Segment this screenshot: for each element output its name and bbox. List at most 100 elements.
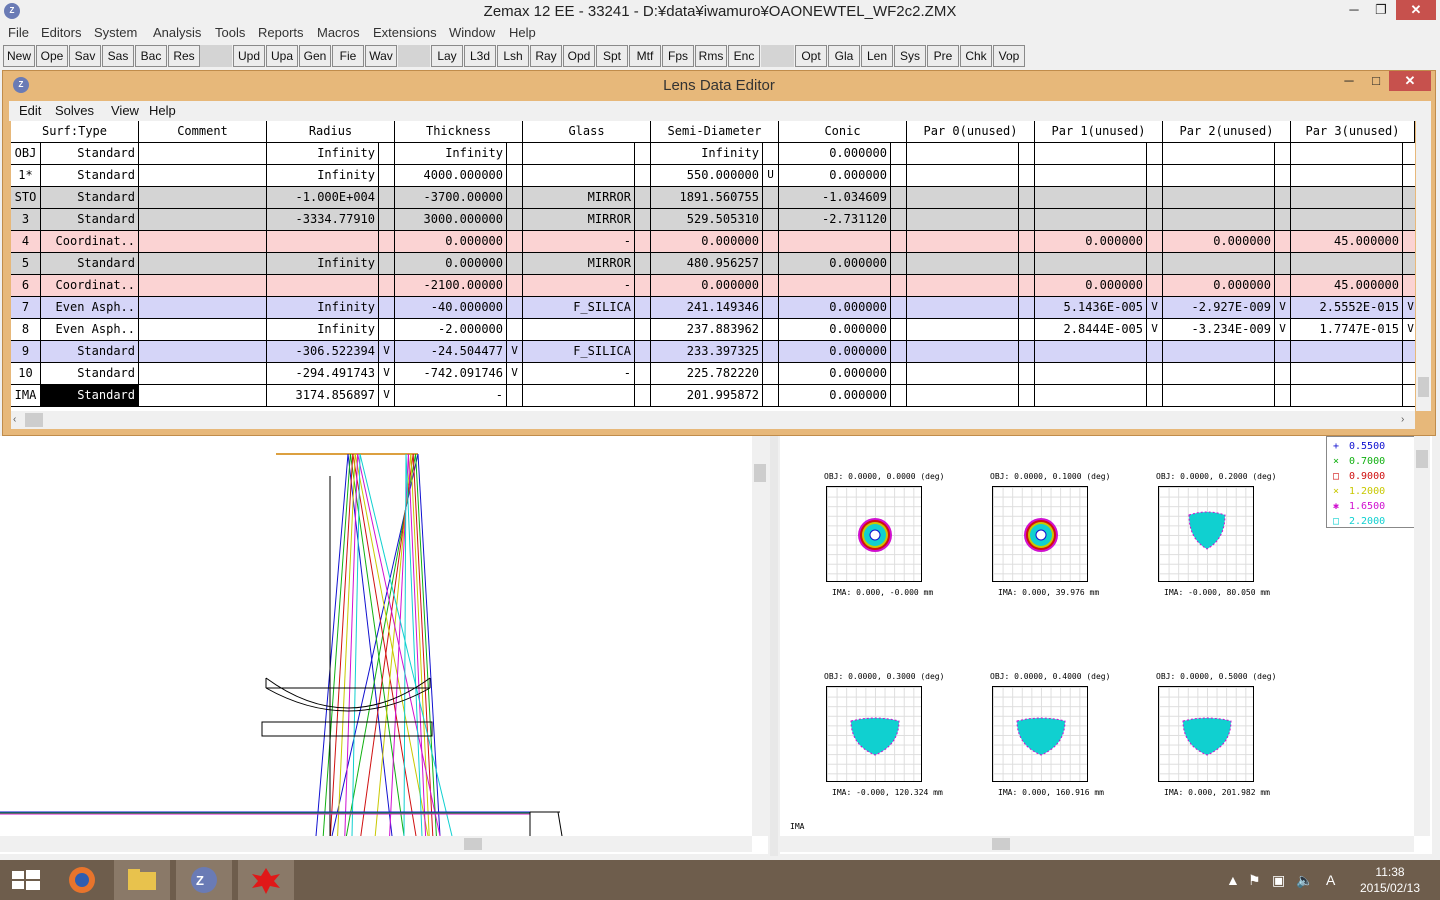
par3-solve-flag[interactable]: V xyxy=(1403,297,1415,318)
thickness-cell[interactable]: -2.000000 xyxy=(395,319,507,340)
semi-diameter-cell[interactable]: 233.397325 xyxy=(651,341,763,362)
layout-vscroll-thumb[interactable] xyxy=(754,464,766,482)
surface-type[interactable]: Standard xyxy=(41,209,139,230)
spot-box[interactable] xyxy=(992,486,1088,582)
par3-solve-flag[interactable] xyxy=(1403,363,1415,384)
thickness-cell[interactable]: - xyxy=(395,385,507,406)
semi-diameter-solve-flag[interactable] xyxy=(763,385,779,406)
par1-cell[interactable] xyxy=(1035,341,1147,362)
par2-solve-flag[interactable]: V xyxy=(1275,297,1291,318)
show-hidden-icons-icon[interactable]: ▲ xyxy=(1226,872,1240,888)
par3-solve-flag[interactable]: V xyxy=(1403,319,1415,340)
par3-cell[interactable]: 45.000000 xyxy=(1291,275,1403,296)
lde-menu-view[interactable]: View xyxy=(111,103,139,118)
par3-cell[interactable]: 1.7747E-015 xyxy=(1291,319,1403,340)
column-header[interactable]: Thickness xyxy=(395,121,523,142)
thickness-solve-flag[interactable]: V xyxy=(507,363,523,384)
surface-type[interactable]: Even Asph.. xyxy=(41,319,139,340)
semi-diameter-cell[interactable]: 1891.560755 xyxy=(651,187,763,208)
par2-cell[interactable] xyxy=(1163,341,1275,362)
conic-solve-flag[interactable] xyxy=(891,319,907,340)
par2-cell[interactable] xyxy=(1163,143,1275,164)
conic-cell[interactable] xyxy=(779,275,891,296)
toolbar-button-lsh[interactable]: Lsh xyxy=(497,45,529,67)
comment-cell[interactable] xyxy=(139,363,267,384)
comment-cell[interactable] xyxy=(139,253,267,274)
par1-solve-flag[interactable] xyxy=(1147,275,1163,296)
par0-solve-flag[interactable] xyxy=(1019,275,1035,296)
glass-solve-flag[interactable] xyxy=(635,341,651,362)
conic-cell[interactable]: 0.000000 xyxy=(779,143,891,164)
toolbar-button-sys[interactable]: Sys xyxy=(894,45,926,67)
spot-box[interactable] xyxy=(1158,486,1254,582)
radius-cell[interactable]: -3334.77910 xyxy=(267,209,379,230)
thickness-solve-flag[interactable]: V xyxy=(507,341,523,362)
comment-cell[interactable] xyxy=(139,165,267,186)
par3-solve-flag[interactable] xyxy=(1403,385,1415,406)
semi-diameter-cell[interactable]: 529.505310 xyxy=(651,209,763,230)
semi-diameter-solve-flag[interactable] xyxy=(763,363,779,384)
menu-analysis[interactable]: Analysis xyxy=(153,25,201,40)
surface-number[interactable]: STO xyxy=(11,187,41,208)
par3-cell[interactable]: 45.000000 xyxy=(1291,231,1403,252)
toolbar-button-fie[interactable]: Fie xyxy=(332,45,364,67)
surface-type[interactable]: Standard xyxy=(41,341,139,362)
par1-solve-flag[interactable] xyxy=(1147,385,1163,406)
glass-cell[interactable] xyxy=(523,165,635,186)
radius-solve-flag[interactable]: V xyxy=(379,363,395,384)
glass-solve-flag[interactable] xyxy=(635,209,651,230)
radius-solve-flag[interactable] xyxy=(379,187,395,208)
explorer-taskbar-button[interactable] xyxy=(114,860,170,900)
surface-row[interactable]: 1* Standard Infinity 4000.000000 550.000000 U… xyxy=(11,165,1415,187)
par1-cell[interactable] xyxy=(1035,165,1147,186)
par1-solve-flag[interactable] xyxy=(1147,363,1163,384)
radius-solve-flag[interactable] xyxy=(379,319,395,340)
semi-diameter-cell[interactable]: 225.782220 xyxy=(651,363,763,384)
par3-cell[interactable] xyxy=(1291,385,1403,406)
thickness-cell[interactable]: 0.000000 xyxy=(395,231,507,252)
par1-cell[interactable]: 5.1436E-005 xyxy=(1035,297,1147,318)
glass-cell[interactable]: - xyxy=(523,231,635,252)
ime-indicator[interactable]: A xyxy=(1326,872,1335,888)
lde-vertical-scrollbar[interactable] xyxy=(1416,121,1431,411)
par3-solve-flag[interactable] xyxy=(1403,143,1415,164)
surface-type[interactable]: Standard xyxy=(41,385,139,406)
surface-number[interactable]: 6 xyxy=(11,275,41,296)
toolbar-button-ope[interactable]: Ope xyxy=(36,45,68,67)
radius-solve-flag[interactable] xyxy=(379,231,395,252)
comment-cell[interactable] xyxy=(139,341,267,362)
par3-solve-flag[interactable] xyxy=(1403,341,1415,362)
conic-solve-flag[interactable] xyxy=(891,385,907,406)
toolbar-button-sas[interactable]: Sas xyxy=(102,45,134,67)
layout-vertical-scrollbar[interactable] xyxy=(752,436,768,836)
scroll-left-arrow-icon[interactable]: ‹ xyxy=(13,414,16,425)
par0-cell[interactable] xyxy=(907,363,1019,384)
semi-diameter-solve-flag[interactable] xyxy=(763,187,779,208)
thickness-cell[interactable]: -3700.00000 xyxy=(395,187,507,208)
glass-cell[interactable]: - xyxy=(523,275,635,296)
conic-solve-flag[interactable] xyxy=(891,231,907,252)
par2-solve-flag[interactable] xyxy=(1275,231,1291,252)
glass-solve-flag[interactable] xyxy=(635,187,651,208)
par1-solve-flag[interactable] xyxy=(1147,187,1163,208)
par2-solve-flag[interactable] xyxy=(1275,143,1291,164)
thickness-cell[interactable]: -742.091746 xyxy=(395,363,507,384)
semi-diameter-solve-flag[interactable] xyxy=(763,253,779,274)
surface-row[interactable]: 9 Standard -306.522394 V -24.504477 V F_SILICA… xyxy=(11,341,1415,363)
conic-solve-flag[interactable] xyxy=(891,341,907,362)
spot-vertical-scrollbar[interactable] xyxy=(1414,436,1430,836)
par3-solve-flag[interactable] xyxy=(1403,231,1415,252)
par0-cell[interactable] xyxy=(907,187,1019,208)
semi-diameter-solve-flag[interactable] xyxy=(763,319,779,340)
toolbar-button-mtf[interactable]: Mtf xyxy=(629,45,661,67)
conic-solve-flag[interactable] xyxy=(891,253,907,274)
conic-solve-flag[interactable] xyxy=(891,209,907,230)
menu-system[interactable]: System xyxy=(94,25,137,40)
conic-solve-flag[interactable] xyxy=(891,275,907,296)
firefox-taskbar-button[interactable] xyxy=(56,860,112,900)
conic-cell[interactable]: 0.000000 xyxy=(779,253,891,274)
surface-row[interactable]: 4 Coordinat.. 0.000000-0.000000 0.000000 0.0… xyxy=(11,231,1415,253)
glass-cell[interactable] xyxy=(523,385,635,406)
comment-cell[interactable] xyxy=(139,143,267,164)
par0-solve-flag[interactable] xyxy=(1019,187,1035,208)
